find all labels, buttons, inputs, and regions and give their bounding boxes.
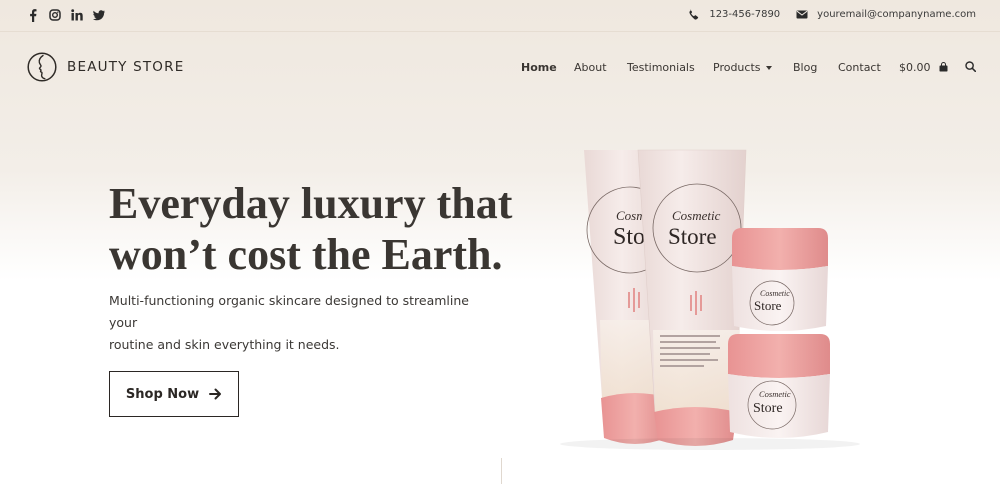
tube-back-label-line-2: Sto xyxy=(613,224,645,250)
nav-products[interactable]: Products xyxy=(713,61,772,74)
nav-contact[interactable]: Contact xyxy=(838,61,881,74)
top-bar: 123-456-7890 youremail@companyname.com xyxy=(0,0,1000,32)
chevron-down-icon xyxy=(765,66,772,70)
jar-bottom-label-line-2: Store xyxy=(753,401,783,416)
section-divider xyxy=(501,458,502,484)
subtext-line-1: Multi-functioning organic skincare desig… xyxy=(109,293,469,330)
cart-total: $0.00 xyxy=(899,61,931,74)
arrow-right-icon xyxy=(209,388,222,400)
nav-about[interactable]: About xyxy=(574,61,607,74)
phone-icon xyxy=(688,8,700,20)
instagram-icon[interactable] xyxy=(49,8,61,22)
subtext-line-2: routine and skin everything it needs. xyxy=(109,337,340,352)
jar-top-label-line-2: Store xyxy=(754,298,782,313)
product-image: Cosm Sto Cosmetic Store Cosmetic Store C… xyxy=(560,149,860,450)
social-links xyxy=(27,8,105,22)
email-address[interactable]: youremail@companyname.com xyxy=(817,9,976,20)
jar-bottom-label-line-1: Cosmetic xyxy=(759,389,791,399)
tube-front-label-line-2: Store xyxy=(668,224,717,249)
shop-now-button[interactable]: Shop Now xyxy=(109,371,239,417)
jar-bottom: Cosmetic Store xyxy=(728,334,830,438)
shop-now-label: Shop Now xyxy=(125,386,200,402)
contact-info: 123-456-7890 youremail@companyname.com xyxy=(688,8,976,20)
hero-headline: Everyday luxury that won’t cost the Eart… xyxy=(109,178,529,280)
headline-line-2: won’t cost the Earth. xyxy=(109,230,503,279)
main-nav: Home About Testimonials Products Blog Co… xyxy=(0,61,1000,77)
shopping-bag-icon xyxy=(939,62,948,72)
envelope-icon xyxy=(796,8,808,20)
facebook-icon[interactable] xyxy=(27,8,39,22)
jar-top-label-line-1: Cosmetic xyxy=(760,289,790,298)
tube-front-label-line-1: Cosmetic xyxy=(672,208,721,223)
tube-back-label-line-1: Cosm xyxy=(616,208,646,223)
nav-testimonials[interactable]: Testimonials xyxy=(627,61,695,74)
headline-line-1: Everyday luxury that xyxy=(109,179,513,228)
cart-link[interactable]: $0.00 xyxy=(899,61,948,74)
phone-number[interactable]: 123-456-7890 xyxy=(709,9,780,20)
jar-top: Cosmetic Store xyxy=(732,228,828,331)
linkedin-icon[interactable] xyxy=(71,8,83,22)
nav-home[interactable]: Home xyxy=(521,61,557,74)
nav-blog[interactable]: Blog xyxy=(793,61,817,74)
nav-products-label: Products xyxy=(713,61,761,74)
hero-subtext: Multi-functioning organic skincare desig… xyxy=(109,290,489,356)
twitter-icon[interactable] xyxy=(93,8,105,22)
search-icon[interactable] xyxy=(965,61,977,75)
